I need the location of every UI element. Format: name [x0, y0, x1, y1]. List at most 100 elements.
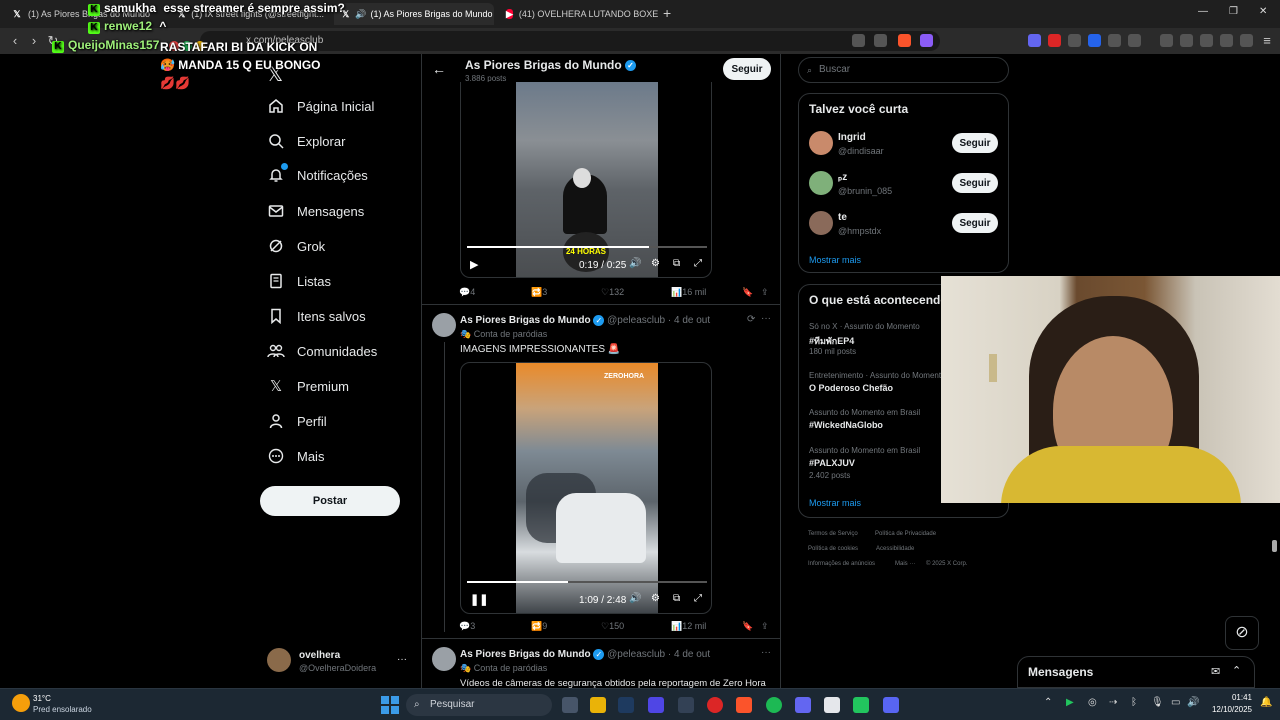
retweet-button[interactable]: 🔁 3	[531, 287, 547, 298]
tweet-date[interactable]: · 4 de out	[668, 649, 710, 660]
app-icon[interactable]	[853, 697, 869, 713]
nav-premium[interactable]: 𝕏 Premium	[267, 371, 349, 401]
volume-icon[interactable]: 🔊	[629, 258, 641, 269]
clock-date[interactable]: 12/10/2025	[1206, 705, 1252, 714]
like-button[interactable]: ♡ 150	[601, 621, 624, 632]
bookmark-icon[interactable]: 🔖	[742, 621, 753, 632]
trend-name[interactable]: #ทีมพักEP4	[809, 334, 854, 348]
volume-icon[interactable]: 🔊	[629, 593, 641, 604]
picture-in-picture-icon[interactable]: ⧉	[673, 593, 680, 604]
footer-accessibility[interactable]: Acessibilidade	[876, 546, 914, 552]
follow-profile-button[interactable]: Seguir	[723, 58, 771, 80]
task-view-icon[interactable]	[562, 697, 578, 713]
maximize-button[interactable]: ❐	[1229, 6, 1238, 17]
sidebar-icon[interactable]	[1180, 34, 1193, 47]
fullscreen-icon[interactable]: ⤢	[694, 593, 702, 604]
file-explorer-icon[interactable]	[590, 697, 606, 713]
user-name[interactable]: Ingrid	[838, 132, 866, 143]
avatar[interactable]	[432, 313, 456, 337]
nav-home[interactable]: Página Inicial	[267, 91, 374, 121]
extension-icon[interactable]	[1068, 34, 1081, 47]
media-icon[interactable]	[1160, 34, 1173, 47]
follow-button[interactable]: Seguir	[952, 133, 998, 153]
document-icon[interactable]	[824, 697, 840, 713]
brave-icon[interactable]	[736, 697, 752, 713]
tab-4[interactable]: ▶ (41) OVELHERA LUTANDO BOXE KKK...	[498, 3, 658, 25]
settings-gear-icon[interactable]: ⚙	[651, 258, 660, 269]
video-progress-track[interactable]	[467, 581, 707, 583]
close-window-button[interactable]: ✕	[1259, 6, 1267, 17]
tweet-more-icon[interactable]: ···	[761, 647, 771, 658]
author-handle[interactable]: @peleasclub	[607, 315, 665, 326]
tray-app-icon[interactable]: ◎	[1088, 697, 1097, 708]
extension-icon[interactable]	[1088, 34, 1101, 47]
bluetooth-icon[interactable]: ᛒ	[1131, 697, 1137, 708]
search-input[interactable]: ⌕ Buscar	[798, 57, 1009, 83]
follow-button[interactable]: Seguir	[952, 173, 998, 193]
nav-communities[interactable]: Comunidades	[267, 336, 377, 366]
trend-name[interactable]: O Poderoso Chefão	[809, 383, 893, 393]
avatar[interactable]	[809, 131, 833, 155]
retweet-button[interactable]: 🔁 9	[531, 621, 547, 632]
weather-icon[interactable]	[12, 694, 30, 712]
scrollbar-thumb[interactable]	[1272, 540, 1277, 552]
extension-icon[interactable]	[1028, 34, 1041, 47]
brave-shield-icon[interactable]	[898, 34, 911, 47]
windows-start-icon[interactable]	[381, 696, 399, 714]
user-name[interactable]: te	[838, 212, 847, 223]
tray-app-icon[interactable]: ▶	[1066, 697, 1074, 708]
brave-rewards-icon[interactable]	[920, 34, 933, 47]
trend-name[interactable]: #WickedNaGlobo	[809, 420, 883, 430]
new-message-icon[interactable]: ✉	[1211, 665, 1220, 678]
footer-ads[interactable]: Informações de anúncios	[808, 561, 875, 567]
screenshot-icon[interactable]	[1128, 34, 1141, 47]
footer-privacy[interactable]: Política de Privacidade	[875, 531, 936, 537]
expand-icon[interactable]: ⌃	[1232, 664, 1241, 677]
footer-terms[interactable]: Termos de Serviço	[808, 531, 858, 537]
play-icon[interactable]: ▶	[470, 258, 478, 271]
fullscreen-icon[interactable]: ⤢	[694, 258, 702, 269]
avatar[interactable]	[809, 171, 833, 195]
tweet-date[interactable]: · 4 de out	[668, 315, 710, 326]
nav-messages[interactable]: Mensagens	[267, 196, 364, 226]
user-name[interactable]: ₚz	[838, 172, 847, 183]
author-handle[interactable]: @peleasclub	[607, 649, 665, 660]
footer-more[interactable]: Mais ···	[895, 561, 915, 567]
messages-drawer[interactable]: Mensagens ✉ ⌃	[1017, 656, 1255, 688]
tweet-more-icon[interactable]: ···	[761, 313, 771, 324]
clock-time[interactable]: 01:41	[1214, 693, 1252, 702]
spotify-icon[interactable]	[766, 697, 782, 713]
app-icon[interactable]	[678, 697, 694, 713]
show-more-link[interactable]: Mostrar mais	[809, 498, 861, 508]
grok-icon[interactable]: ⟳	[747, 314, 755, 325]
app-icon[interactable]	[795, 697, 811, 713]
taskbar-search[interactable]: ⌕ Pesquisar	[406, 694, 552, 716]
avatar[interactable]	[809, 211, 833, 235]
views-button[interactable]: 📊 16 mil	[671, 287, 706, 298]
trend-name[interactable]: #PALXJUV	[809, 458, 855, 468]
leo-icon[interactable]	[1220, 34, 1233, 47]
nav-profile[interactable]: Perfil	[267, 406, 327, 436]
tray-overflow-icon[interactable]: ⌃	[1044, 697, 1052, 708]
microphone-icon[interactable]: 🎙	[1151, 697, 1164, 708]
opera-icon[interactable]	[707, 697, 723, 713]
picture-in-picture-icon[interactable]: ⧉	[673, 258, 680, 269]
reply-button[interactable]: 💬 4	[459, 287, 475, 298]
tray-app-icon[interactable]: ⇢	[1109, 697, 1117, 708]
post-button[interactable]: Postar	[260, 486, 400, 516]
nav-more[interactable]: Mais	[267, 441, 324, 471]
nav-grok[interactable]: Grok	[267, 231, 325, 261]
share-icon[interactable]: ⇪	[761, 287, 769, 298]
video-progress-track[interactable]	[467, 246, 707, 248]
footer-cookies[interactable]: Política de cookies	[808, 546, 858, 552]
avatar[interactable]	[432, 647, 456, 671]
nav-notifications[interactable]: Notificações	[267, 160, 368, 190]
reply-button[interactable]: 💬 3	[459, 621, 475, 632]
video-player-2[interactable]: ZEROHORA ❚❚ 1:09 / 2:48 🔊 ⚙ ⧉ ⤢	[460, 362, 712, 614]
new-tab-button[interactable]: +	[663, 5, 671, 21]
extensions-puzzle-icon[interactable]	[1108, 34, 1121, 47]
nav-lists[interactable]: Listas	[267, 266, 331, 296]
like-button[interactable]: ♡ 132	[601, 287, 624, 298]
settings-gear-icon[interactable]: ⚙	[651, 593, 660, 604]
extension-icon[interactable]	[1048, 34, 1061, 47]
